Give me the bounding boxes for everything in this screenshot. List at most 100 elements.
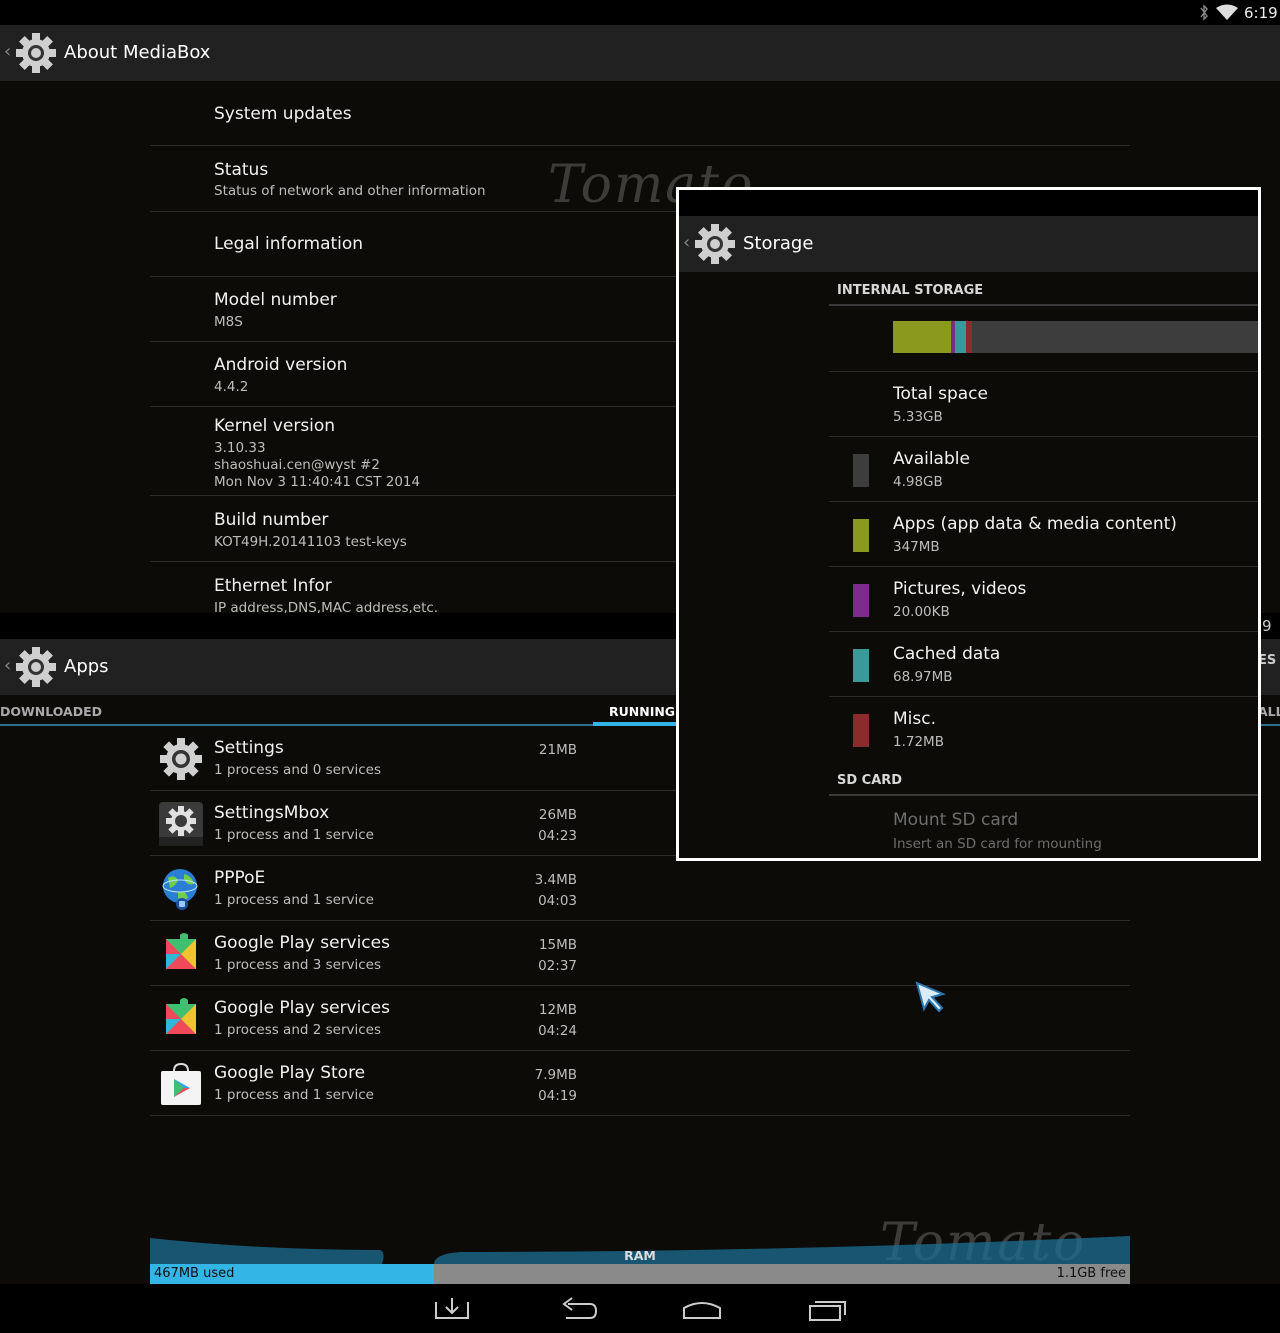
pref-summary: shaoshuai.cen@wyst #2	[214, 457, 380, 473]
pref-title: Status	[214, 160, 269, 180]
mount-sd-card[interactable]: Mount SD card Insert an SD card for moun…	[829, 798, 1258, 858]
storage-item-value: 347MB	[893, 539, 940, 555]
storage-item-value: 5.33GB	[893, 409, 943, 425]
status-bar: 6:19	[0, 0, 1280, 25]
back-chevron-icon[interactable]: ‹	[4, 655, 11, 676]
app-memory: 21MB	[538, 742, 577, 758]
pref-title: Legal information	[214, 234, 364, 254]
pref-title: Build number	[214, 510, 329, 530]
download-icon[interactable]	[432, 1296, 472, 1322]
tab-downloaded[interactable]: DOWNLOADED	[0, 704, 102, 719]
tab-running[interactable]: RUNNING	[609, 704, 675, 719]
settings-gear-icon[interactable]	[14, 31, 58, 75]
app-name: Settings	[214, 738, 284, 758]
mouse-cursor-icon	[915, 981, 947, 1013]
wifi-icon	[1216, 4, 1238, 20]
ram-free-text: 1.1GB free	[1056, 1266, 1126, 1281]
app-detail: 1 process and 0 services	[214, 762, 382, 778]
app-memory: 7.9MB	[534, 1067, 577, 1083]
pref-summary: Mon Nov 3 11:40:41 CST 2014	[214, 474, 421, 490]
app-runtime: 04:24	[538, 1023, 577, 1039]
pref-summary: Status of network and other information	[214, 183, 486, 199]
bluetooth-icon	[1200, 4, 1208, 21]
back-icon[interactable]	[558, 1296, 598, 1322]
storage-item-title: Mount SD card	[893, 810, 1019, 830]
pref-title: System updates	[214, 104, 352, 124]
storage-item-value: 20.00KB	[893, 604, 950, 620]
settings-gear-icon[interactable]	[14, 645, 58, 689]
usage-segment	[954, 321, 967, 353]
storage-item-title: Available	[893, 449, 970, 469]
running-app-row[interactable]: Google Play Store 1 process and 1 servic…	[150, 1051, 1130, 1116]
app-name: SettingsMbox	[214, 803, 330, 823]
pref-title: Model number	[214, 290, 337, 310]
app-detail: 1 process and 1 service	[214, 892, 374, 908]
storage-apps[interactable]: Apps (app data & media content) 347MB	[829, 502, 1258, 567]
app-memory: 26MB	[538, 807, 577, 823]
tab-all[interactable]: ALL	[1258, 704, 1280, 719]
app-memory: 15MB	[538, 937, 577, 953]
storage-item-summary: Insert an SD card for mounting	[893, 836, 1102, 852]
puzzle-icon	[166, 998, 196, 1034]
app-runtime: 04:23	[538, 828, 577, 844]
home-icon[interactable]	[681, 1296, 723, 1322]
pref-title: Kernel version	[214, 416, 336, 436]
about-action-bar: ‹ About MediaBox	[0, 25, 1280, 81]
color-swatch	[853, 714, 869, 747]
recents-icon[interactable]	[806, 1296, 848, 1322]
storage-top-strip	[679, 190, 1258, 216]
usage-segment	[966, 321, 972, 353]
color-swatch	[853, 584, 869, 617]
ram-bar: 467MB used 1.1GB free	[150, 1264, 1130, 1284]
storage-available: Available 4.98GB	[829, 437, 1258, 502]
color-swatch	[853, 519, 869, 552]
app-runtime: 04:03	[538, 893, 577, 909]
storage-item-value: 68.97MB	[893, 669, 953, 685]
storage-misc[interactable]: Misc. 1.72MB	[829, 697, 1258, 762]
app-name: PPPoE	[214, 868, 266, 888]
app-memory: 3.4MB	[534, 872, 577, 888]
pref-summary: 3.10.33	[214, 440, 266, 456]
settings-mbox-icon	[159, 802, 203, 846]
about-title: About MediaBox	[64, 42, 211, 63]
apps-title: Apps	[64, 656, 109, 677]
storage-total-space: Total space 5.33GB	[829, 372, 1258, 437]
play-store-icon	[161, 1062, 201, 1105]
settings-gear-icon[interactable]	[693, 222, 737, 266]
storage-usage-bar	[893, 321, 1258, 353]
app-detail: 1 process and 1 service	[214, 1087, 374, 1103]
storage-pictures-videos[interactable]: Pictures, videos 20.00KB	[829, 567, 1258, 632]
section-header-text: SD CARD	[837, 773, 903, 788]
running-app-row[interactable]: Google Play services 1 process and 3 ser…	[150, 921, 1130, 986]
app-name: Google Play services	[214, 998, 390, 1018]
ram-used-text: 467MB used	[154, 1266, 235, 1281]
color-swatch	[853, 454, 869, 487]
pref-system-updates[interactable]: System updates	[150, 81, 1130, 146]
storage-action-bar: ‹ Storage	[679, 216, 1258, 272]
partial-count: 9	[1262, 617, 1272, 635]
storage-item-title: Pictures, videos	[893, 579, 1027, 599]
settings-gear-icon	[160, 738, 202, 780]
app-name: Google Play services	[214, 933, 390, 953]
globe-network-icon	[162, 869, 198, 910]
internal-storage-header: INTERNAL STORAGE	[829, 276, 1258, 306]
storage-title: Storage	[743, 233, 814, 254]
storage-window: ‹ Storage INTERNAL STORAGE Total space 5…	[676, 187, 1261, 861]
back-chevron-icon[interactable]: ‹	[4, 41, 11, 62]
app-detail: 1 process and 2 services	[214, 1022, 382, 1038]
app-runtime: 04:19	[538, 1088, 577, 1104]
storage-cached-data[interactable]: Cached data 68.97MB	[829, 632, 1258, 697]
puzzle-icon	[166, 933, 196, 969]
pref-title: Android version	[214, 355, 348, 375]
app-detail: 1 process and 1 service	[214, 827, 374, 843]
back-chevron-icon[interactable]: ‹	[683, 232, 690, 253]
running-app-row[interactable]: Google Play services 1 process and 2 ser…	[150, 986, 1130, 1051]
color-swatch	[853, 649, 869, 682]
app-name: Google Play Store	[214, 1063, 366, 1083]
storage-item-title: Apps (app data & media content)	[893, 514, 1177, 534]
running-app-row[interactable]: PPPoE 1 process and 1 service 3.4MB 04:0…	[150, 856, 1130, 921]
storage-item-value: 1.72MB	[893, 734, 944, 750]
pref-title: Ethernet Infor	[214, 576, 332, 596]
pref-summary: 4.4.2	[214, 379, 249, 395]
ram-usage: RAM 467MB used 1.1GB free	[150, 1230, 1130, 1285]
